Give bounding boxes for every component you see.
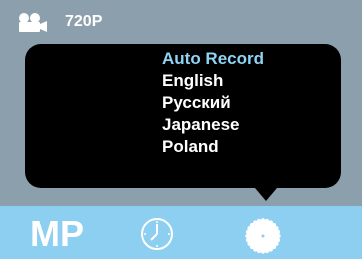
menu-pointer xyxy=(255,188,277,201)
mode-mp-button[interactable]: MP xyxy=(30,214,84,254)
menu-item-japanese[interactable]: Japanese xyxy=(162,114,264,136)
resolution-label: 720P xyxy=(65,13,103,30)
mode-bar: MP xyxy=(0,206,362,259)
menu-list: Auto Record English Русский Japanese Pol… xyxy=(162,48,264,158)
video-camera-icon xyxy=(19,13,47,32)
menu-item-russian[interactable]: Русский xyxy=(162,92,264,114)
menu-item-english[interactable]: English xyxy=(162,70,264,92)
menu-item-poland[interactable]: Poland xyxy=(162,136,264,158)
gear-icon[interactable] xyxy=(244,217,282,255)
menu-item-auto-record[interactable]: Auto Record xyxy=(162,48,264,70)
status-header: 720P xyxy=(0,0,362,44)
clock-icon[interactable] xyxy=(140,214,174,252)
